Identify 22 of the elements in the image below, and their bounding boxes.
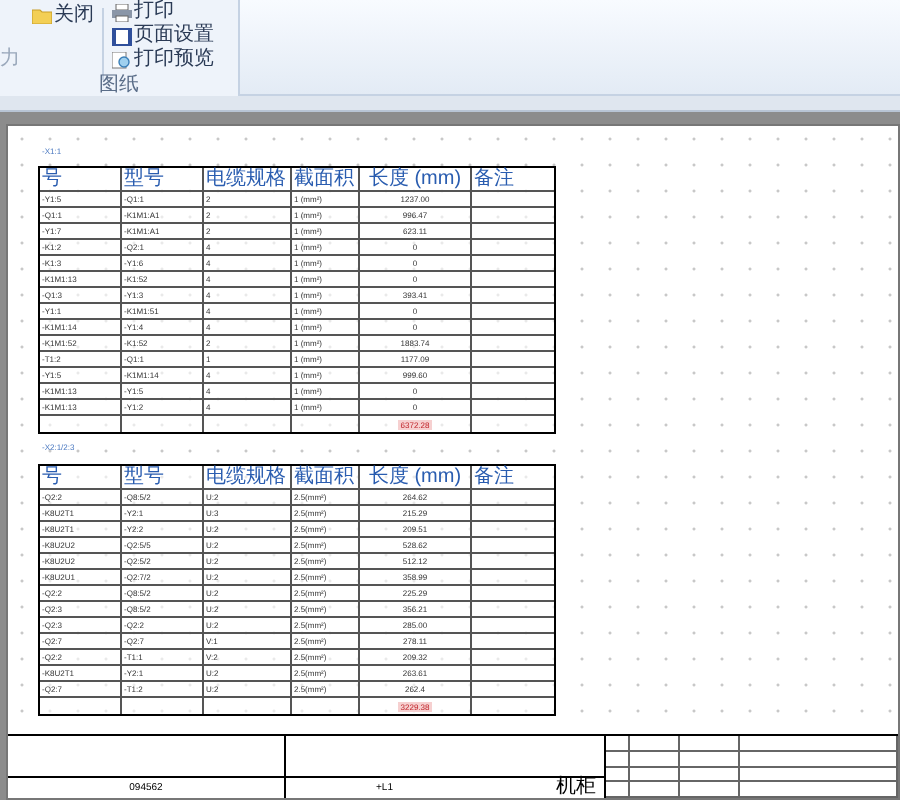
column-header: 号 (42, 168, 62, 190)
print-preview-button[interactable]: 打印预览 (112, 48, 214, 72)
column-header: 截面积 (294, 466, 354, 488)
column-header: 备注 (474, 466, 514, 488)
column-header: 号 (42, 466, 62, 488)
folder-icon (32, 8, 52, 24)
page-icon (112, 27, 132, 45)
page-setup-button[interactable]: 页面设置 (112, 24, 214, 48)
magnifier-icon (112, 51, 132, 69)
printer-icon (112, 3, 132, 21)
column-header: 备注 (474, 168, 514, 190)
close-button[interactable]: 关闭 (32, 4, 94, 28)
column-header: 电缆规格 (206, 466, 286, 488)
column-header: 电缆规格 (206, 168, 286, 190)
column-header: 长度 (mm) (368, 168, 462, 190)
column-header: 截面积 (294, 168, 354, 190)
ribbon-label: 力 (0, 48, 22, 72)
column-header: 型号 (124, 466, 164, 488)
ribbon-group-label: 图纸 (99, 76, 139, 96)
print-button[interactable]: 打印 (112, 0, 214, 24)
column-header: 长度 (mm) (368, 466, 462, 488)
column-header: 型号 (124, 168, 164, 190)
